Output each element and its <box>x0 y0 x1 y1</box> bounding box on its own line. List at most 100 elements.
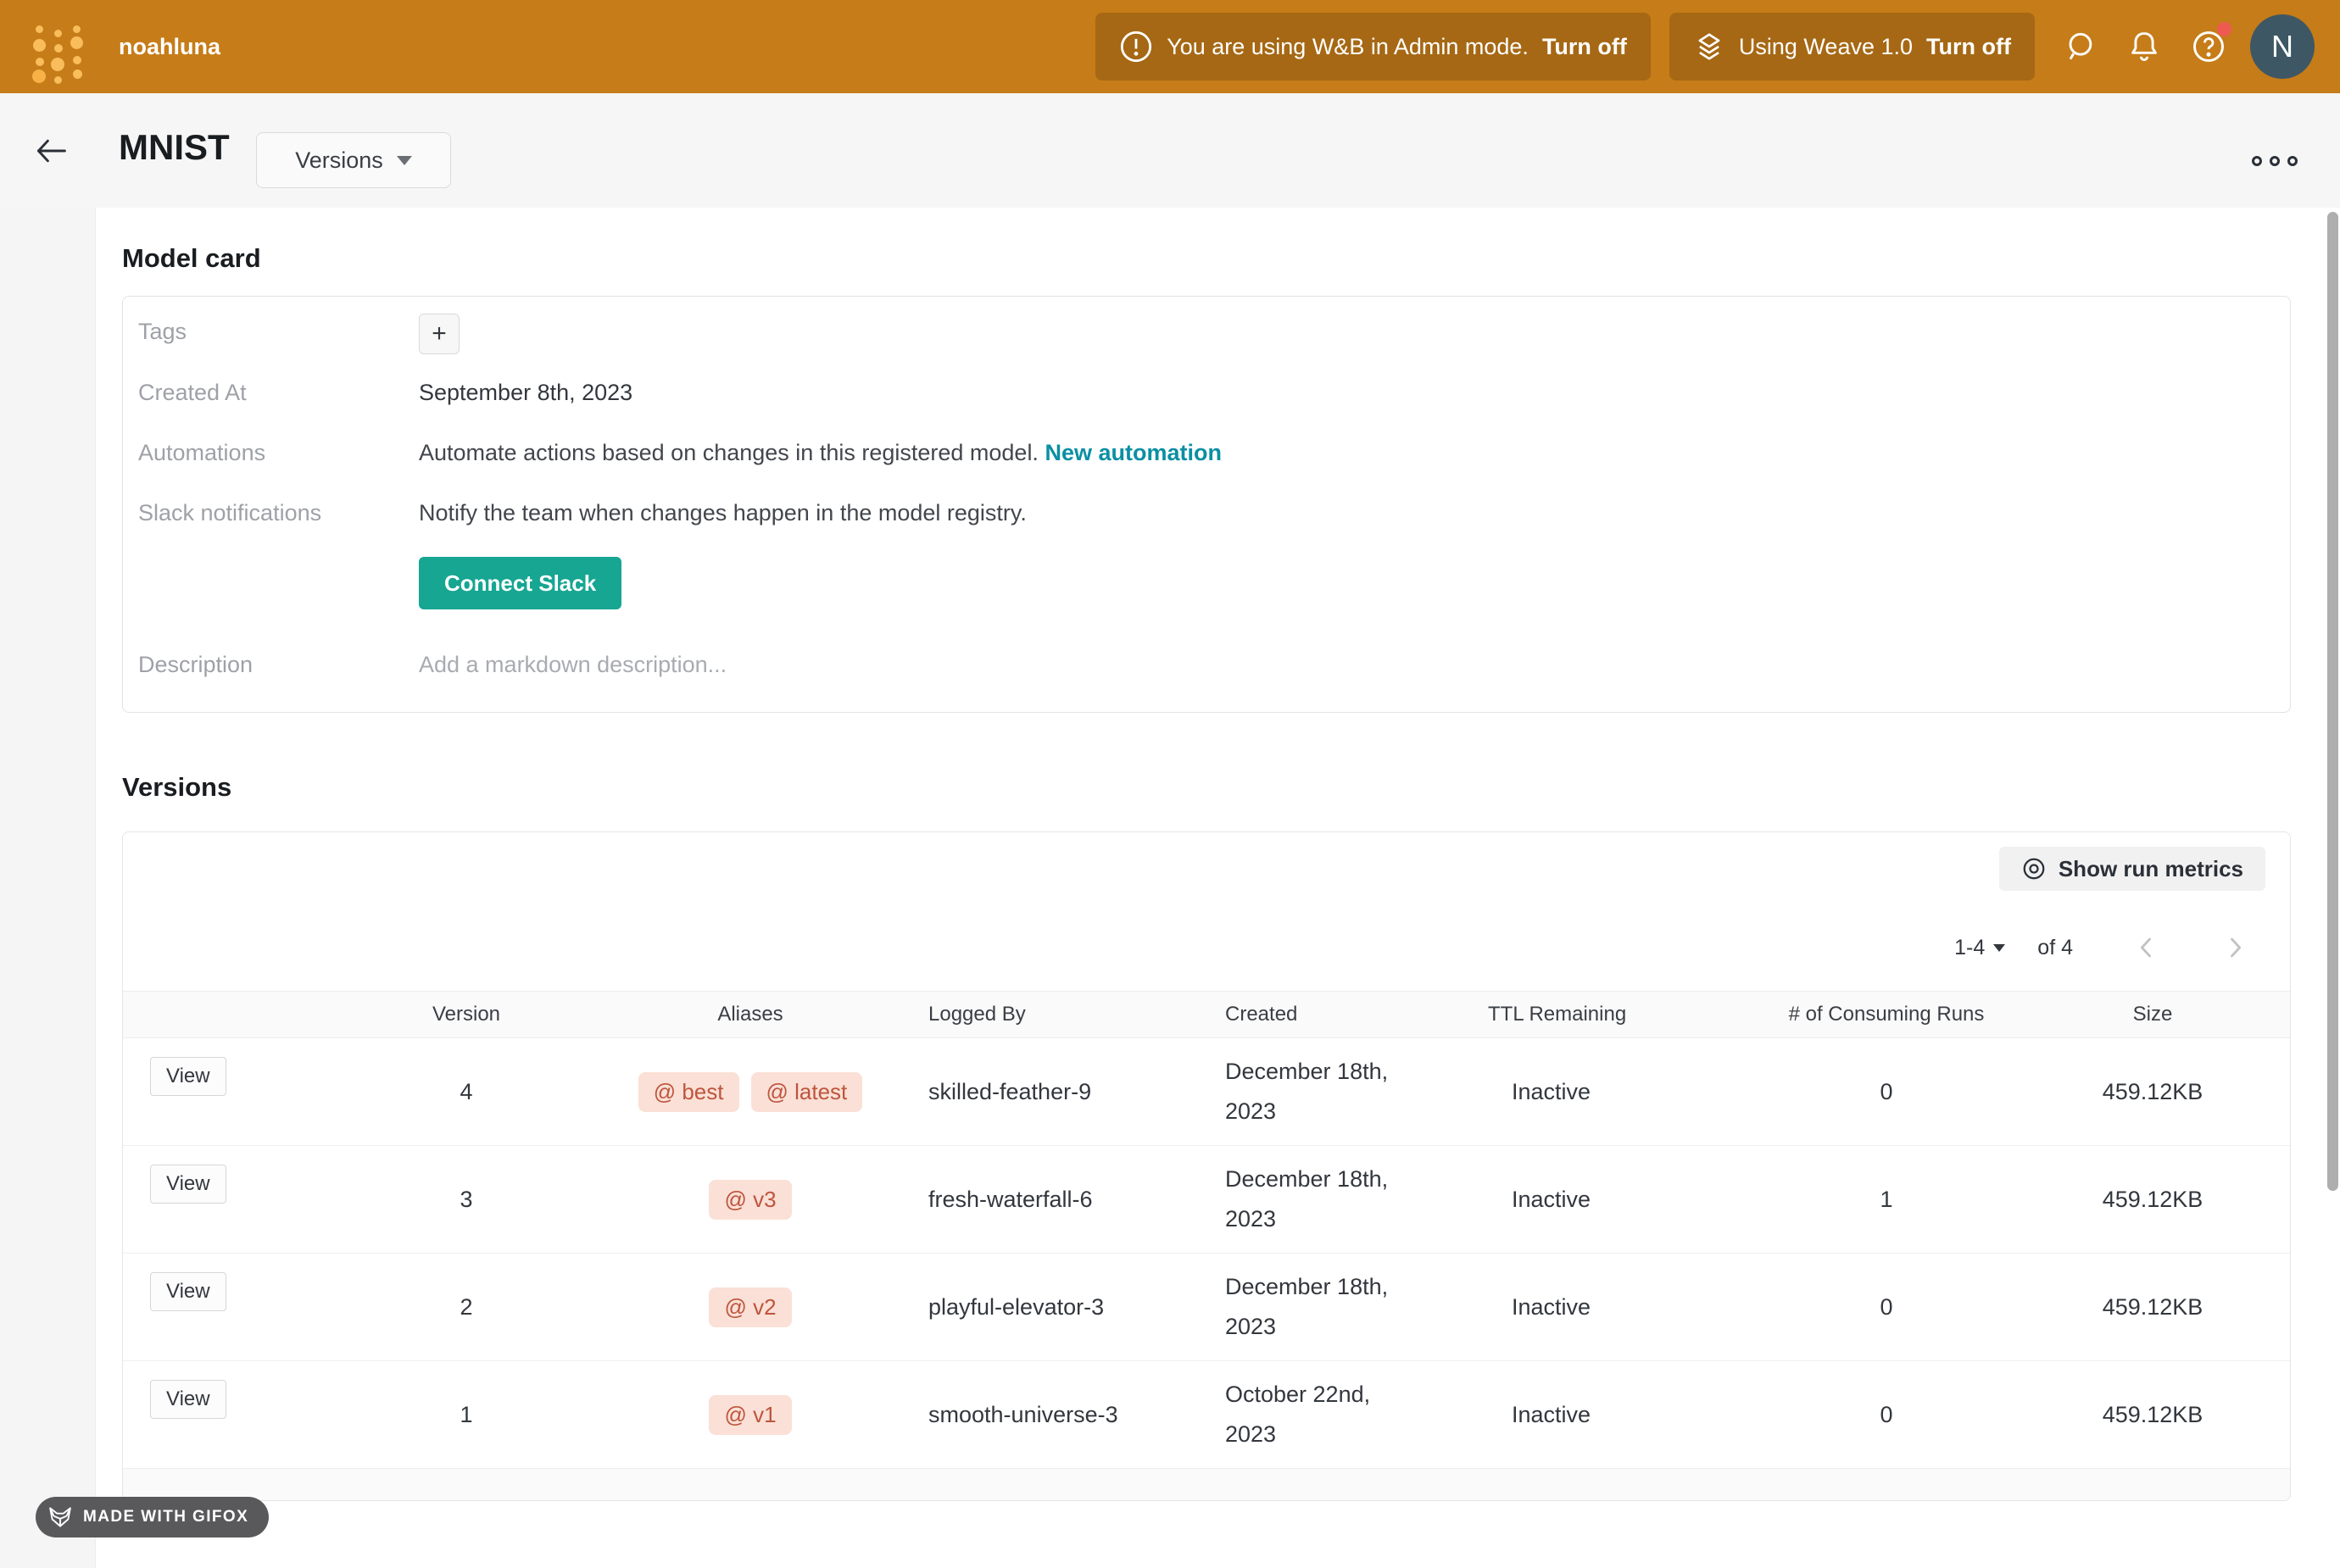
versions-panel: Show run metrics 1-4 of 4 <box>122 831 2291 1501</box>
pagination-range-dropdown[interactable]: 1-4 <box>1954 936 2005 960</box>
view-button[interactable]: View <box>150 1380 226 1419</box>
new-automation-link[interactable]: New automation <box>1045 440 1222 465</box>
weave-turn-off-button[interactable]: Turn off <box>1926 34 2011 60</box>
left-rail <box>0 208 96 1568</box>
created-cell: December 18th, 2023 <box>1208 1159 1488 1240</box>
created-at-label: Created At <box>138 375 419 406</box>
pagination-range-label: 1-4 <box>1954 936 1985 960</box>
slack-row: Slack notifications Notify the team when… <box>138 495 2290 526</box>
overflow-menu-icon[interactable] <box>2252 156 2298 166</box>
alias-pill: @ best <box>638 1072 739 1112</box>
versions-dropdown[interactable]: Versions <box>256 132 451 188</box>
created-cell: December 18th, 2023 <box>1208 1267 1488 1348</box>
ttl-remaining-cell: Inactive <box>1488 1187 1759 1213</box>
version-cell: 2 <box>360 1294 572 1321</box>
column-version: Version <box>360 1003 572 1026</box>
column-size: Size <box>2014 1003 2291 1026</box>
size-cell: 459.12KB <box>2014 1079 2291 1105</box>
table-footer-strip <box>123 1469 2290 1500</box>
tags-label: Tags <box>138 314 419 345</box>
aliases-cell: @ best @ latest <box>572 1072 928 1112</box>
slack-notifications-label: Slack notifications <box>138 495 419 526</box>
search-icon[interactable] <box>2060 27 2099 66</box>
chevron-down-icon <box>397 156 412 165</box>
versions-table: Version Aliases Logged By Created TTL Re… <box>123 991 2290 1500</box>
ttl-remaining-cell: Inactive <box>1488 1079 1759 1105</box>
model-card-panel: Tags + Created At September 8th, 2023 Au… <box>122 296 2291 713</box>
next-page-button[interactable] <box>2220 933 2249 962</box>
wandb-model-registry-page: noahluna You are using W&B in Admin mode… <box>0 0 2340 1568</box>
admin-mode-banner: You are using W&B in Admin mode. Turn of… <box>1095 13 1651 81</box>
alias-pill: @ latest <box>751 1072 863 1112</box>
notifications-bell-icon[interactable] <box>2125 27 2164 66</box>
wandb-logo-icon[interactable] <box>32 19 85 75</box>
version-cell: 1 <box>360 1402 572 1428</box>
back-arrow-icon[interactable] <box>32 134 70 168</box>
ttl-remaining-cell: Inactive <box>1488 1294 1759 1321</box>
consuming-runs-cell: 0 <box>1759 1294 2014 1321</box>
versions-section-title: Versions <box>122 772 2340 803</box>
gifox-watermark: MADE WITH GIFOX <box>36 1497 269 1537</box>
table-row: View 3 @ v3 fresh-waterfall-6 December 1… <box>123 1146 2290 1254</box>
page-header: MNIST Versions <box>0 93 2340 208</box>
gifox-watermark-text: MADE WITH GIFOX <box>83 1508 248 1526</box>
help-icon[interactable] <box>2189 27 2228 66</box>
automations-label: Automations <box>138 435 419 466</box>
previous-page-button[interactable] <box>2132 933 2161 962</box>
created-cell: October 22nd, 2023 <box>1208 1375 1488 1455</box>
created-at-row: Created At September 8th, 2023 <box>138 375 2290 406</box>
column-aliases: Aliases <box>572 1003 928 1026</box>
versions-dropdown-label: Versions <box>295 147 383 174</box>
connect-slack-button[interactable]: Connect Slack <box>419 557 621 609</box>
logged-by-cell: smooth-universe-3 <box>928 1402 1208 1428</box>
description-placeholder[interactable]: Add a markdown description... <box>419 647 727 678</box>
add-tag-button[interactable]: + <box>419 314 460 354</box>
description-row: Description Add a markdown description..… <box>138 647 2290 678</box>
ttl-remaining-cell: Inactive <box>1488 1402 1759 1428</box>
version-cell: 4 <box>360 1079 572 1105</box>
alias-pill: @ v2 <box>709 1287 791 1327</box>
column-logged-by: Logged By <box>928 1003 1208 1026</box>
admin-banner-text: You are using W&B in Admin mode. <box>1167 34 1529 60</box>
version-cell: 3 <box>360 1187 572 1213</box>
description-label: Description <box>138 647 419 678</box>
column-consuming-runs: # of Consuming Runs <box>1759 1003 2014 1026</box>
entity-name[interactable]: noahluna <box>119 34 220 60</box>
consuming-runs-cell: 0 <box>1759 1402 2014 1428</box>
created-cell: December 18th, 2023 <box>1208 1052 1488 1132</box>
size-cell: 459.12KB <box>2014 1294 2291 1321</box>
aliases-cell: @ v3 <box>572 1180 928 1220</box>
size-cell: 459.12KB <box>2014 1402 2291 1428</box>
page-title: MNIST <box>119 127 230 168</box>
pagination-total: of 4 <box>2037 936 2073 960</box>
eye-icon <box>2021 856 2047 881</box>
show-run-metrics-button[interactable]: Show run metrics <box>1999 847 2265 891</box>
table-row: View 2 @ v2 playful-elevator-3 December … <box>123 1254 2290 1361</box>
admin-turn-off-button[interactable]: Turn off <box>1542 34 1627 60</box>
table-row: View 1 @ v1 smooth-universe-3 October 22… <box>123 1361 2290 1469</box>
main-content: Model card Tags + Created At September 8… <box>96 208 2340 1568</box>
automations-row: Automations Automate actions based on ch… <box>138 435 2290 466</box>
column-created: Created <box>1208 1003 1488 1026</box>
column-ttl-remaining: TTL Remaining <box>1488 1003 1759 1026</box>
alias-pill: @ v3 <box>709 1180 791 1220</box>
tags-row: Tags + <box>138 314 2290 354</box>
show-run-metrics-label: Show run metrics <box>2059 856 2243 882</box>
view-button[interactable]: View <box>150 1057 226 1096</box>
fox-icon <box>47 1505 73 1529</box>
view-button[interactable]: View <box>150 1165 226 1204</box>
slack-notifications-text: Notify the team when changes happen in t… <box>419 495 1027 526</box>
alias-pill: @ v1 <box>709 1395 791 1435</box>
versions-table-body: View 4 @ best@ latest skilled-feather-9 … <box>123 1038 2290 1469</box>
user-avatar[interactable]: N <box>2250 14 2315 79</box>
size-cell: 459.12KB <box>2014 1187 2291 1213</box>
table-row: View 4 @ best@ latest skilled-feather-9 … <box>123 1038 2290 1146</box>
top-bar: noahluna You are using W&B in Admin mode… <box>0 0 2340 93</box>
logged-by-cell: fresh-waterfall-6 <box>928 1187 1208 1213</box>
table-header-row: Version Aliases Logged By Created TTL Re… <box>123 991 2290 1038</box>
logged-by-cell: skilled-feather-9 <box>928 1079 1208 1105</box>
view-button[interactable]: View <box>150 1272 226 1311</box>
consuming-runs-cell: 0 <box>1759 1079 2014 1105</box>
aliases-cell: @ v1 <box>572 1395 928 1435</box>
scrollbar-thumb[interactable] <box>2327 212 2338 1191</box>
